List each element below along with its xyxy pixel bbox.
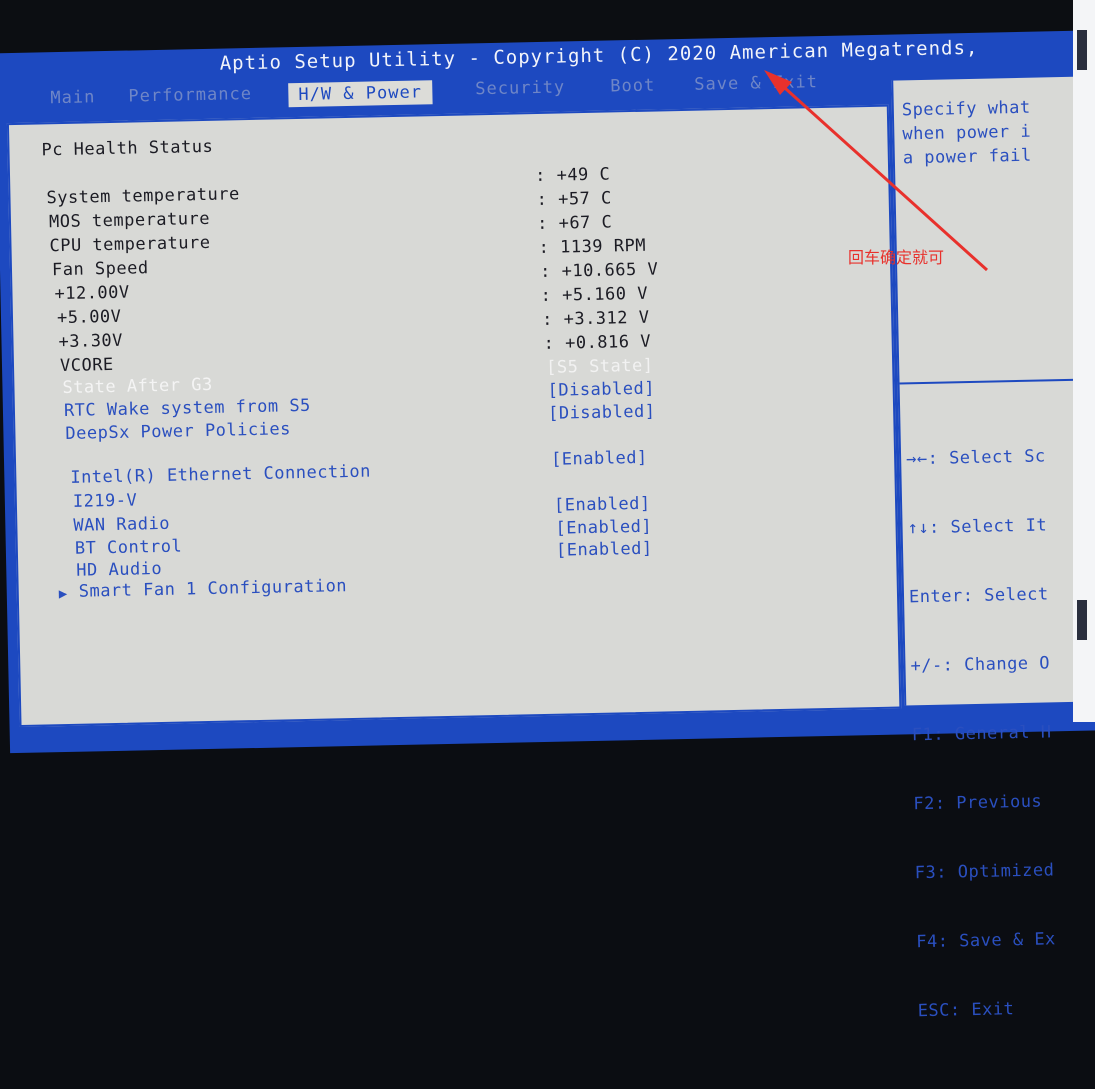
mos-temperature-value: : +57 C [536, 188, 612, 211]
page-edge [1073, 0, 1095, 722]
fan-speed-label: Fan Speed [51, 258, 149, 281]
edge-mark [1077, 600, 1087, 640]
deepsx-value[interactable]: [Disabled] [548, 402, 656, 424]
cpu-temperature-value: : +67 C [536, 212, 613, 235]
deepsx-label[interactable]: DeepSx Power Policies [65, 419, 291, 444]
tab-main[interactable]: Main [50, 87, 95, 108]
annotation-text: 回车确定就可 [848, 248, 945, 267]
tab-save-exit[interactable]: Save & Exit [694, 72, 818, 95]
smart-fan-label[interactable]: Smart Fan 1 Configuration [79, 576, 348, 602]
v12-value: : +10.665 V [539, 259, 659, 282]
hd-audio-label[interactable]: HD Audio [76, 559, 162, 581]
bt-control-value[interactable]: [Enabled] [555, 517, 652, 539]
i219-label: I219-V [72, 490, 138, 512]
section-title: Pc Health Status [41, 136, 214, 161]
v33-label: +3.30V [58, 330, 124, 353]
bt-control-label[interactable]: BT Control [75, 537, 183, 559]
key-help-item: F2: Previous [913, 791, 1043, 815]
help-line-3: a power fail [902, 145, 1032, 169]
mos-temperature-label: MOS temperature [48, 208, 211, 233]
v33-value: : +3.312 V [541, 307, 650, 330]
v5-label: +5.00V [56, 306, 122, 329]
v12-label: +12.00V [54, 282, 130, 305]
vcore-value: : +0.816 V [543, 331, 652, 354]
key-help-list: →←: Select Sc ↑↓: Select It Enter: Selec… [905, 399, 1059, 1069]
edge-mark [1077, 30, 1087, 70]
key-help-item: F1: General H [911, 722, 1052, 746]
v5-value: : +5.160 V [540, 283, 649, 306]
state-after-g3-value[interactable]: [S5 State] [546, 356, 654, 378]
rtc-wake-label[interactable]: RTC Wake system from S5 [64, 396, 311, 421]
help-line-1: Specify what [901, 97, 1031, 121]
tab-performance[interactable]: Performance [128, 84, 252, 107]
key-help-item: →←: Select Sc [905, 446, 1046, 470]
tab-boot[interactable]: Boot [610, 76, 655, 97]
settings-content: Pc Health Status System temperature : +4… [6, 104, 902, 727]
cpu-temperature-label: CPU temperature [49, 232, 211, 257]
bios-screen: Aptio Setup Utility - Copyright (C) 2020… [0, 0, 1095, 1021]
key-help-item: F3: Optimized [914, 860, 1055, 884]
ethernet-label[interactable]: Intel(R) Ethernet Connection [70, 462, 371, 488]
ethernet-value[interactable]: [Enabled] [551, 448, 648, 470]
wan-radio-label[interactable]: WAN Radio [73, 514, 170, 536]
fan-speed-value: : 1139 RPM [538, 235, 647, 259]
key-help-item: ESC: Exit [917, 999, 1015, 1022]
wan-radio-value[interactable]: [Enabled] [554, 494, 651, 516]
help-panel: Specify what when power i a power fail →… [891, 75, 1095, 1021]
hd-audio-value[interactable]: [Enabled] [556, 539, 653, 561]
system-temperature-label: System temperature [46, 184, 240, 209]
submenu-arrow-icon: ▶ [58, 585, 68, 603]
key-help-item: Enter: Select [908, 584, 1049, 608]
system-temperature-value: : +49 C [534, 164, 611, 187]
vcore-label: VCORE [59, 354, 114, 377]
key-help-item: ↑↓: Select It [907, 515, 1048, 539]
help-line-2: when power i [902, 121, 1032, 145]
help-divider [899, 377, 1095, 385]
state-after-g3-label[interactable]: State After G3 [62, 375, 213, 398]
rtc-wake-value[interactable]: [Disabled] [547, 379, 655, 401]
key-help-item: +/-: Change O [910, 653, 1051, 677]
tab-security[interactable]: Security [475, 77, 565, 99]
tab-hw-power[interactable]: H/W & Power [288, 80, 433, 108]
key-help-item: F4: Save & Ex [916, 929, 1057, 953]
